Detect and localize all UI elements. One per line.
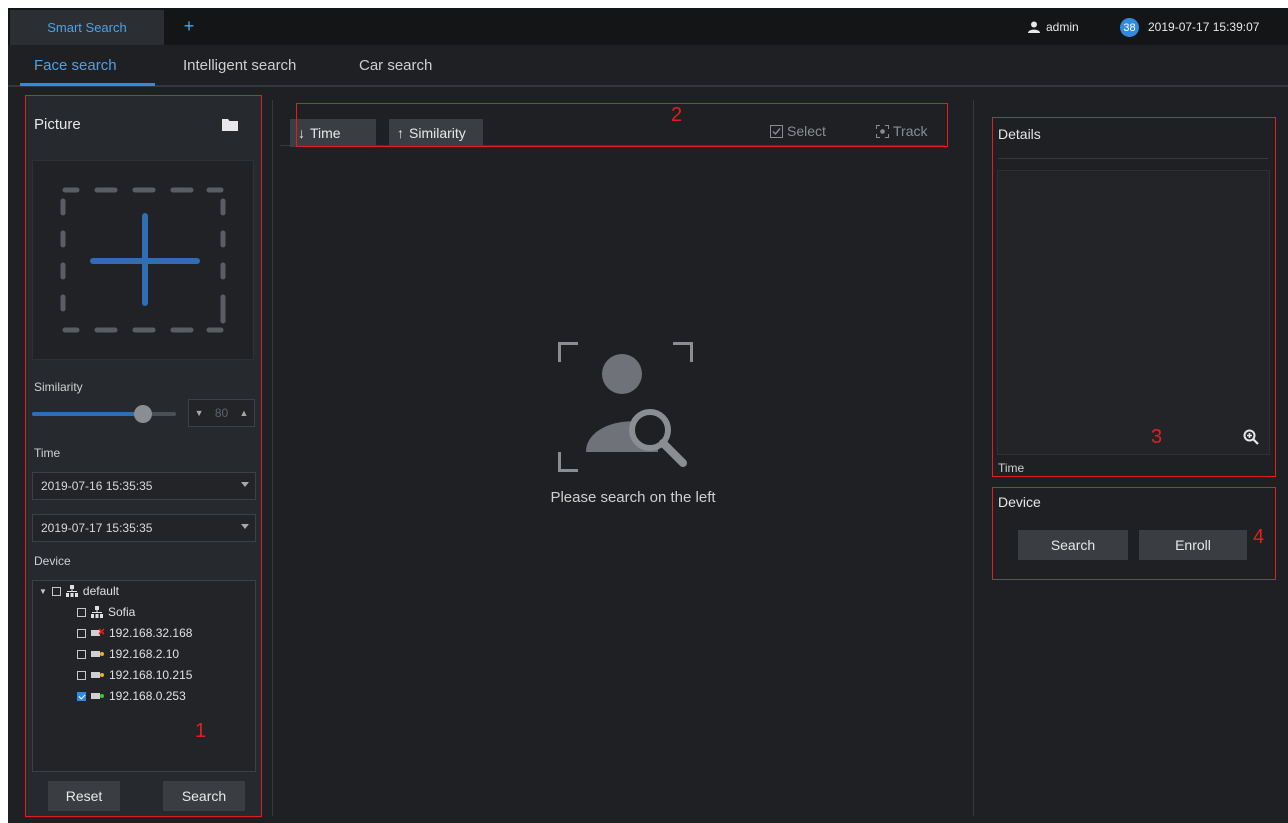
- annotation-number-4: 4: [1253, 526, 1265, 548]
- app-tab-smart-search[interactable]: Smart Search: [10, 10, 164, 45]
- notification-badge[interactable]: 38: [1120, 18, 1139, 37]
- tab-car-search[interactable]: Car search: [359, 45, 432, 85]
- annotation-number-2: 2: [671, 104, 683, 126]
- top-bar: Smart Search + admin 38 2019-07-17 15:39…: [8, 8, 1288, 45]
- system-datetime: 2019-07-17 15:39:07: [1148, 19, 1260, 34]
- empty-state-message: Please search on the left: [550, 489, 716, 506]
- add-tab-button[interactable]: +: [178, 14, 200, 38]
- annotation-number-1: 1: [195, 720, 207, 742]
- user-icon: [1028, 21, 1040, 33]
- smart-search-app: Smart Search + admin 38 2019-07-17 15:39…: [8, 8, 1288, 823]
- annotation-box-2: [296, 103, 948, 147]
- username: admin: [1046, 19, 1079, 34]
- face-search-empty-icon: [558, 342, 693, 472]
- user-menu[interactable]: admin: [1028, 8, 1079, 45]
- annotation-box-4: [992, 487, 1276, 580]
- separator: [272, 100, 273, 816]
- tab-face-search[interactable]: Face search: [34, 45, 117, 85]
- search-tabs: Face search Intelligent search Car searc…: [8, 45, 1288, 87]
- active-tab-indicator: [20, 83, 155, 86]
- annotation-number-3: 3: [1151, 426, 1163, 448]
- separator: [973, 100, 974, 816]
- tab-intelligent-search[interactable]: Intelligent search: [183, 45, 296, 85]
- annotation-box-1: [25, 95, 262, 817]
- annotation-box-3: [992, 117, 1276, 477]
